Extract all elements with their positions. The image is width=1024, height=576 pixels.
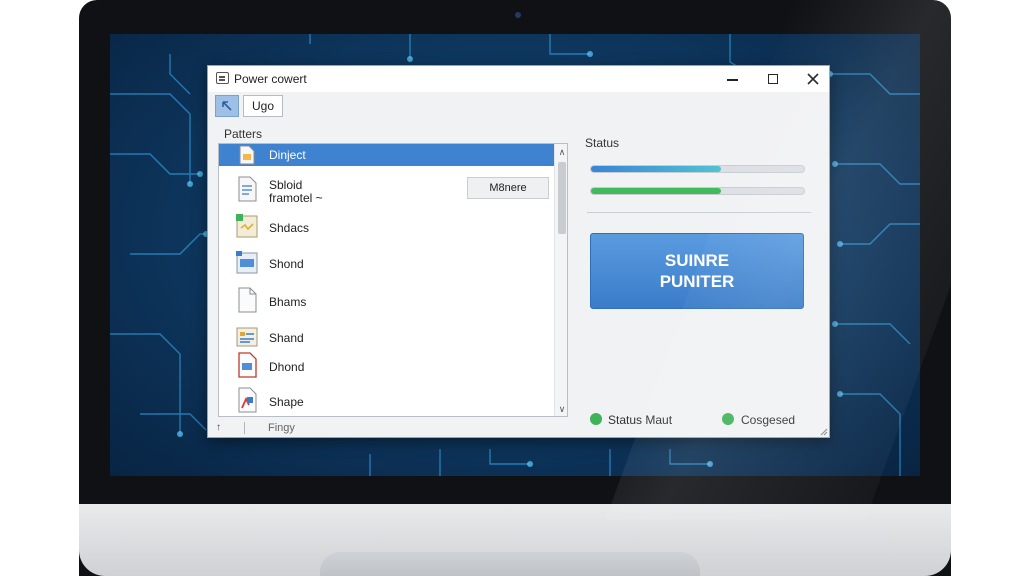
list-item-label: Sbloid framotel ~ <box>269 178 323 205</box>
panel-divider <box>587 212 811 213</box>
maximize-icon <box>768 74 778 84</box>
maximize-button[interactable] <box>753 66 793 92</box>
list-item-label: Dhond <box>269 360 305 374</box>
minimize-icon <box>727 79 738 81</box>
pin-icon: ↑ <box>216 422 221 433</box>
document-icon <box>239 145 255 165</box>
m8nere-button[interactable]: M8nere <box>467 177 549 199</box>
window-title: Power cowert <box>234 72 307 86</box>
status-maut-text: Status Maut <box>608 413 673 427</box>
screen-document-icon <box>236 251 258 274</box>
suinre-puniter-button[interactable]: SUINRE PUNITER <box>590 233 804 309</box>
list-item-shond[interactable]: Shond <box>219 246 554 282</box>
list-item-label: Shape <box>269 395 304 409</box>
list-item-label: Bhams <box>269 295 307 309</box>
arrow-tool-icon <box>222 101 232 111</box>
toolbar: Ugo <box>208 92 829 122</box>
scroll-up-icon[interactable]: ∧ <box>555 145 567 159</box>
shape-document-icon <box>238 387 257 413</box>
list-item-dinject[interactable]: Dinject <box>219 144 554 166</box>
scroll-down-icon[interactable]: ∨ <box>555 402 567 416</box>
patters-label: Patters <box>224 127 263 141</box>
list-item-shdacs[interactable]: Shdacs <box>219 210 554 246</box>
cosgesed-indicator-icon <box>722 413 734 425</box>
progress-bar-2 <box>590 187 805 195</box>
list-status-bar: ↑ Fingy <box>208 418 578 438</box>
folder-icon <box>236 214 258 238</box>
status-maut-indicator-icon <box>590 413 602 425</box>
window-icon <box>216 72 229 84</box>
blank-document-icon <box>238 287 257 313</box>
list-item-dhond[interactable]: Dhond <box>219 349 554 385</box>
list-item-label: Shand <box>269 331 304 345</box>
webcam <box>515 12 521 18</box>
close-button[interactable] <box>793 66 833 92</box>
button-line-2: PUNITER <box>659 272 735 291</box>
close-icon <box>807 73 819 85</box>
title-bar[interactable]: Power cowert <box>208 66 829 92</box>
app-window: Power cowert Ugo Patters Dinject Sbloid … <box>207 65 830 438</box>
progress-fill-2 <box>591 188 721 194</box>
document-icon <box>238 176 257 202</box>
file-list[interactable]: Dinject Sbloid framotel ~ M8nere Shdacs <box>218 143 568 417</box>
list-item-bhams[interactable]: Bhams <box>219 284 554 320</box>
scroll-thumb[interactable] <box>558 162 566 234</box>
cosgesed-text: Cosgesed <box>741 413 796 427</box>
red-document-icon <box>238 352 257 378</box>
status-label: Status <box>585 136 620 150</box>
list-document-icon <box>236 327 258 347</box>
scene: Power cowert Ugo Patters Dinject Sbloid … <box>0 0 1024 576</box>
list-item-shape[interactable]: Shape <box>219 384 554 416</box>
progress-bar-1 <box>590 165 805 173</box>
list-item-sbloid[interactable]: Sbloid framotel ~ M8nere <box>219 171 554 209</box>
progress-fill-1 <box>591 166 721 172</box>
status-separator <box>244 422 245 434</box>
list-scrollbar[interactable]: ∧ ∨ <box>554 144 567 416</box>
button-line-1: SUINRE <box>664 251 730 270</box>
arrow-tool-button[interactable] <box>215 95 239 117</box>
list-footer-text: Fingy <box>268 422 295 434</box>
resize-grip-icon[interactable] <box>818 426 828 436</box>
list-item-label: Shdacs <box>269 221 310 235</box>
list-item-label: Dinject <box>269 148 306 162</box>
monitor-stand <box>320 552 700 576</box>
list-item-label: Shond <box>269 257 304 271</box>
minimize-button[interactable] <box>713 66 753 92</box>
ugo-button[interactable]: Ugo <box>243 95 283 117</box>
